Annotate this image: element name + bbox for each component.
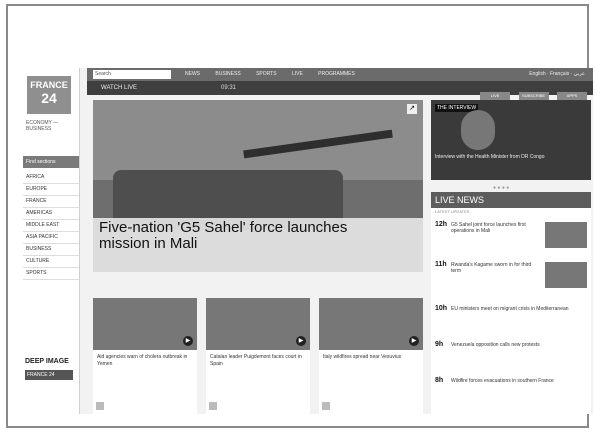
share-icon[interactable]: ↗	[407, 104, 417, 114]
share-icon[interactable]	[209, 402, 217, 410]
item-time: 8h	[435, 377, 444, 384]
logo-line1: FRANCE	[30, 80, 68, 90]
sidebar-item[interactable]: ASIA PACIFIC	[23, 232, 79, 244]
sidebar-item[interactable]: SPORTS	[23, 268, 79, 280]
live-news-item[interactable]: 11h Rwanda's Kagame sworn in for third te…	[435, 261, 587, 288]
screenshot-frame: FRANCE 24 ECONOMY — BUSINESS Find sectio…	[6, 4, 593, 428]
live-news-item[interactable]: 8h Wildfire forces evacuations in souther…	[435, 377, 587, 384]
story-image: ▶	[93, 298, 197, 350]
logo-caption: ECONOMY — BUSINESS	[26, 120, 59, 132]
site-logo[interactable]: FRANCE 24	[27, 76, 71, 114]
live-news-subtitle: LATEST UPDATES	[435, 209, 470, 214]
video-thumbnail-face	[461, 110, 495, 150]
carousel-dots[interactable]: ● ● ● ●	[493, 185, 509, 191]
item-time: 10h	[435, 305, 448, 312]
item-time: 11h	[435, 261, 447, 268]
live-news-panel: LIVE NEWS LATEST UPDATES 12h G5 Sahel joi…	[431, 192, 591, 414]
share-icon[interactable]	[96, 402, 104, 410]
top-nav: NEWS BUSINESS SPORTS LIVE PROGRAMMES	[185, 68, 369, 81]
search-input[interactable]: Search	[93, 70, 171, 79]
play-icon[interactable]: ▶	[296, 336, 306, 346]
top-bar: Search NEWS BUSINESS SPORTS LIVE PROGRAM…	[87, 68, 593, 81]
top-nav-item[interactable]: PROGRAMMES	[318, 71, 355, 77]
secondary-bar: WATCH LIVE 09:31 LIVE SUBSCRIBE APPS	[87, 81, 593, 100]
web-page: FRANCE 24 ECONOMY — BUSINESS Find sectio…	[23, 68, 593, 414]
video-caption[interactable]: Interview with the Health Minister from …	[435, 154, 585, 161]
sidebar-item[interactable]: AFRICA	[23, 172, 79, 184]
item-text[interactable]: Venezuela opposition calls new protests	[451, 342, 540, 348]
apps-button[interactable]: APPS	[557, 92, 587, 100]
hero-headline[interactable]: Five-nation 'G5 Sahel' force launches mi…	[99, 220, 399, 252]
watch-live-label[interactable]: WATCH LIVE	[101, 81, 137, 95]
top-nav-item[interactable]: LIVE	[292, 71, 303, 77]
sidebar-item[interactable]: MIDDLE EAST	[23, 220, 79, 232]
sidebar-item[interactable]: FRANCE	[23, 196, 79, 208]
sidebar-nav: AFRICA EUROPE FRANCE AMERICAS MIDDLE EAS…	[23, 172, 79, 280]
play-icon[interactable]: ▶	[183, 336, 193, 346]
item-thumbnail	[545, 222, 587, 248]
top-nav-item[interactable]: NEWS	[185, 71, 200, 77]
live-button[interactable]: LIVE	[480, 92, 511, 100]
story-card[interactable]: ▶ Italy wildfires spread near Vesuvius	[319, 298, 423, 414]
sidebar-item[interactable]: AMERICAS	[23, 208, 79, 220]
play-icon[interactable]: ▶	[409, 336, 419, 346]
item-text[interactable]: Wildfire forces evacuations in southern …	[451, 378, 554, 384]
item-text[interactable]: G5 Sahel joint force launches first oper…	[451, 222, 539, 234]
story-card[interactable]: ▶ Aid agencies warn of cholera outbreak …	[93, 298, 197, 414]
live-news-title[interactable]: LIVE NEWS	[431, 192, 591, 208]
hero-headline-box: Five-nation 'G5 Sahel' force launches mi…	[93, 218, 423, 272]
story-caption[interactable]: Catalan leader Puigdemont faces court in…	[206, 350, 310, 372]
featured-video[interactable]: THE INTERVIEW Interview with the Health …	[431, 100, 591, 180]
sidebar-item[interactable]: CULTURE	[23, 256, 79, 268]
top-nav-item[interactable]: BUSINESS	[215, 71, 240, 77]
share-icon[interactable]	[322, 402, 330, 410]
clock: 09:31	[221, 85, 237, 91]
item-time: 12h	[435, 221, 448, 228]
item-thumbnail	[545, 262, 587, 288]
live-news-item[interactable]: 10h EU ministers meet on migrant crisis i…	[435, 305, 587, 312]
live-news-item[interactable]: 9h Venezuela opposition calls new protest…	[435, 341, 587, 348]
story-image: ▶	[206, 298, 310, 350]
item-text[interactable]: EU ministers meet on migrant crisis in M…	[451, 306, 569, 312]
sections-header[interactable]: Find sections	[23, 156, 79, 168]
story-image: ▶	[319, 298, 423, 350]
subscribe-button[interactable]: SUBSCRIBE	[518, 92, 549, 100]
promo-badge-secondary[interactable]: FRANCE 24	[25, 370, 73, 380]
sidebar-item[interactable]: BUSINESS	[23, 244, 79, 256]
item-text[interactable]: Rwanda's Kagame sworn in for third term	[451, 262, 539, 274]
language-switcher[interactable]: English · Français · عربي	[529, 68, 585, 81]
hero-story[interactable]: ↗ Five-nation 'G5 Sahel' force launches …	[93, 100, 423, 272]
story-caption[interactable]: Aid agencies warn of cholera outbreak in…	[93, 350, 197, 372]
story-card[interactable]: ▶ Catalan leader Puigdemont faces court …	[206, 298, 310, 414]
logo-line2: 24	[41, 90, 57, 106]
sidebar-item[interactable]: EUROPE	[23, 184, 79, 196]
story-caption[interactable]: Italy wildfires spread near Vesuvius	[319, 350, 423, 365]
live-news-item[interactable]: 12h G5 Sahel joint force launches first o…	[435, 221, 587, 248]
top-nav-item[interactable]: SPORTS	[256, 71, 276, 77]
left-sidebar: FRANCE 24 ECONOMY — BUSINESS Find sectio…	[23, 68, 80, 414]
item-time: 9h	[435, 341, 444, 348]
promo-badge[interactable]: DEEP IMAGE	[25, 358, 75, 365]
